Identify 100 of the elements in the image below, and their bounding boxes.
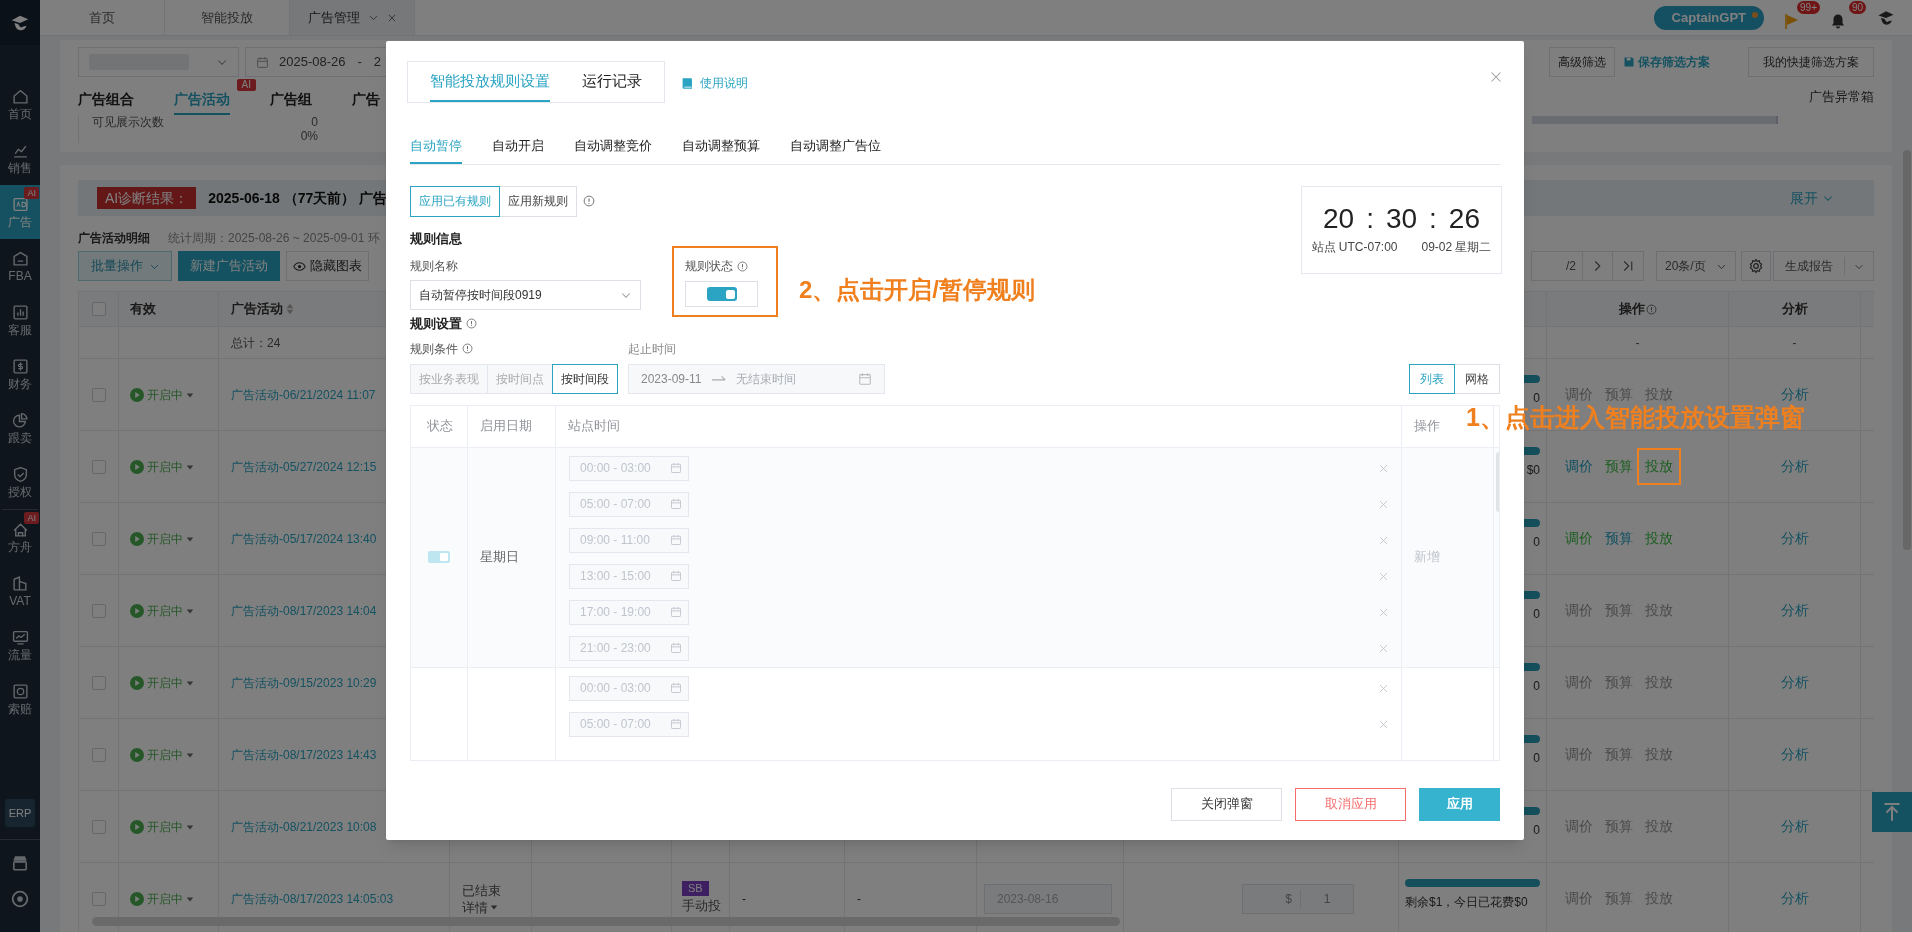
action-link[interactable]: 投放: [1637, 448, 1681, 485]
status-dropdown[interactable]: 开启中: [130, 817, 194, 836]
campaign-link[interactable]: 广告活动-05/27/2024 12:15: [231, 457, 377, 476]
remove-icon[interactable]: [1379, 463, 1388, 473]
analysis-link[interactable]: 分析: [1780, 528, 1809, 549]
ad-type-tab[interactable]: 广告: [352, 85, 380, 115]
campaign-link[interactable]: 广告活动-08/21/2023 10:08: [231, 817, 377, 836]
cancel-apply-button[interactable]: 取消应用: [1295, 787, 1406, 821]
mode-option[interactable]: 应用新规则: [499, 185, 577, 217]
save-preset-link[interactable]: 保存筛选方案: [1623, 47, 1710, 77]
remove-icon[interactable]: [1379, 683, 1388, 693]
store-icon[interactable]: [11, 854, 29, 872]
batch-actions-button[interactable]: 批量操作: [78, 251, 172, 281]
campaign-link[interactable]: 广告活动-08/17/2023 14:05:03: [231, 889, 394, 908]
checkbox[interactable]: [91, 387, 106, 402]
checkbox[interactable]: [91, 747, 106, 762]
rule-tab[interactable]: 自动调整广告位: [790, 136, 881, 164]
status-dropdown[interactable]: 开启中: [130, 385, 194, 404]
close-dialog-button[interactable]: 关闭弹窗: [1171, 787, 1282, 821]
analysis-link[interactable]: 分析: [1780, 744, 1809, 765]
support-icon[interactable]: [11, 890, 29, 908]
status-dropdown[interactable]: 开启中: [130, 889, 194, 908]
date-range-field[interactable]: 2023-09-11 无结束时间: [628, 363, 885, 394]
sidebar-item[interactable]: AI 方舟: [0, 510, 40, 564]
action-link[interactable]: 调价: [1565, 528, 1593, 549]
sidebar-item[interactable]: 销售: [0, 131, 40, 185]
sidebar-item[interactable]: 首页: [0, 77, 40, 131]
anomaly-box-link[interactable]: 广告异常箱: [1809, 87, 1874, 107]
day-toggle[interactable]: [428, 551, 450, 563]
rule-tab[interactable]: 自动开启: [492, 136, 544, 164]
sidebar-item[interactable]: 授权: [0, 455, 40, 509]
sidebar-item[interactable]: 索赔: [0, 672, 40, 726]
view-toggle[interactable]: 网格: [1454, 363, 1500, 394]
remove-icon[interactable]: [1379, 607, 1388, 617]
time-range-field[interactable]: 05:00 - 07:00: [569, 711, 689, 737]
new-campaign-button[interactable]: 新建广告活动: [178, 251, 280, 281]
close-icon[interactable]: [386, 12, 397, 23]
analysis-link[interactable]: 分析: [1780, 888, 1809, 909]
checkbox[interactable]: [91, 675, 106, 690]
condition-option[interactable]: 按业务表现: [410, 363, 488, 394]
checkbox[interactable]: [91, 531, 106, 546]
checkbox[interactable]: [91, 603, 106, 618]
checkbox[interactable]: [91, 302, 106, 316]
help-link[interactable]: 使用说明: [681, 74, 748, 92]
bid-field[interactable]: $ 1: [1242, 883, 1354, 914]
last-page-icon[interactable]: [1613, 251, 1644, 281]
campaign-link[interactable]: 广告活动-09/15/2023 10:29: [231, 673, 377, 692]
remove-icon[interactable]: [1379, 643, 1388, 653]
hide-chart-button[interactable]: 隐藏图表: [286, 251, 369, 281]
close-icon[interactable]: [1490, 71, 1502, 83]
sidebar-item[interactable]: 跟卖: [0, 401, 40, 455]
remove-icon[interactable]: [1379, 535, 1388, 545]
apply-button[interactable]: 应用: [1419, 787, 1500, 821]
condition-option[interactable]: 按时间段: [552, 363, 618, 394]
time-range-field[interactable]: 13:00 - 15:00: [569, 563, 689, 589]
action-link[interactable]: 预算: [1605, 456, 1633, 477]
erp-button[interactable]: ERP: [5, 799, 35, 827]
status-dropdown[interactable]: 开启中: [130, 745, 194, 764]
advanced-filter-button[interactable]: 高级筛选: [1549, 47, 1615, 77]
view-toggle[interactable]: 列表: [1409, 363, 1455, 394]
campaign-link[interactable]: 广告活动-08/17/2023 14:43: [231, 745, 377, 764]
rule-status-toggle[interactable]: [685, 281, 758, 307]
analysis-link[interactable]: 分析: [1780, 384, 1809, 405]
sidebar-item[interactable]: FBA: [0, 239, 40, 293]
settings-icon[interactable]: [1741, 251, 1771, 281]
sidebar-item[interactable]: 客服: [0, 293, 40, 347]
condition-option[interactable]: 按时间点: [487, 363, 553, 394]
campaign-link[interactable]: 广告活动-05/17/2024 13:40: [231, 529, 377, 548]
report-split-button[interactable]: 生成报告: [1773, 251, 1874, 281]
expand-link[interactable]: 展开: [1790, 187, 1834, 209]
checkbox[interactable]: [91, 819, 106, 834]
action-link[interactable]: 调价: [1565, 456, 1593, 477]
time-range-field[interactable]: 21:00 - 23:00: [569, 635, 689, 661]
campaign-link[interactable]: 广告活动-08/17/2023 14:04: [231, 601, 377, 620]
store-select[interactable]: [78, 47, 239, 77]
checkbox[interactable]: [91, 891, 106, 906]
rule-tab[interactable]: 自动暂停: [410, 136, 462, 164]
remove-icon[interactable]: [1379, 571, 1388, 581]
action-link[interactable]: 预算: [1605, 528, 1633, 549]
sidebar-item[interactable]: 流量: [0, 618, 40, 672]
page-size-select[interactable]: 20条/页: [1656, 251, 1736, 281]
time-range-field[interactable]: 05:00 - 07:00: [569, 491, 689, 517]
time-range-field[interactable]: 17:00 - 19:00: [569, 599, 689, 625]
rule-tab[interactable]: 自动调整预算: [682, 136, 760, 164]
quick-presets-button[interactable]: 我的快捷筛选方案: [1748, 47, 1874, 77]
analysis-link[interactable]: 分析: [1780, 456, 1809, 477]
rule-name-select[interactable]: 自动暂停按时间段0919: [410, 280, 641, 310]
flag-icon[interactable]: [1784, 12, 1800, 29]
assistant-button[interactable]: CaptainGPT: [1653, 5, 1764, 30]
next-page-icon[interactable]: [1583, 251, 1613, 281]
mode-option[interactable]: 应用已有规则: [410, 185, 500, 217]
status-dropdown[interactable]: 开启中: [130, 529, 194, 548]
checkbox[interactable]: [91, 459, 106, 474]
dialog-tab[interactable]: 智能投放规则设置: [430, 62, 550, 102]
sort-icon[interactable]: [285, 303, 295, 315]
remove-icon[interactable]: [1379, 719, 1388, 729]
dialog-tab[interactable]: 运行记录: [582, 62, 642, 102]
status-dropdown[interactable]: 开启中: [130, 457, 194, 476]
rule-tab[interactable]: 自动调整竞价: [574, 136, 652, 164]
action-link[interactable]: 投放: [1645, 528, 1673, 549]
